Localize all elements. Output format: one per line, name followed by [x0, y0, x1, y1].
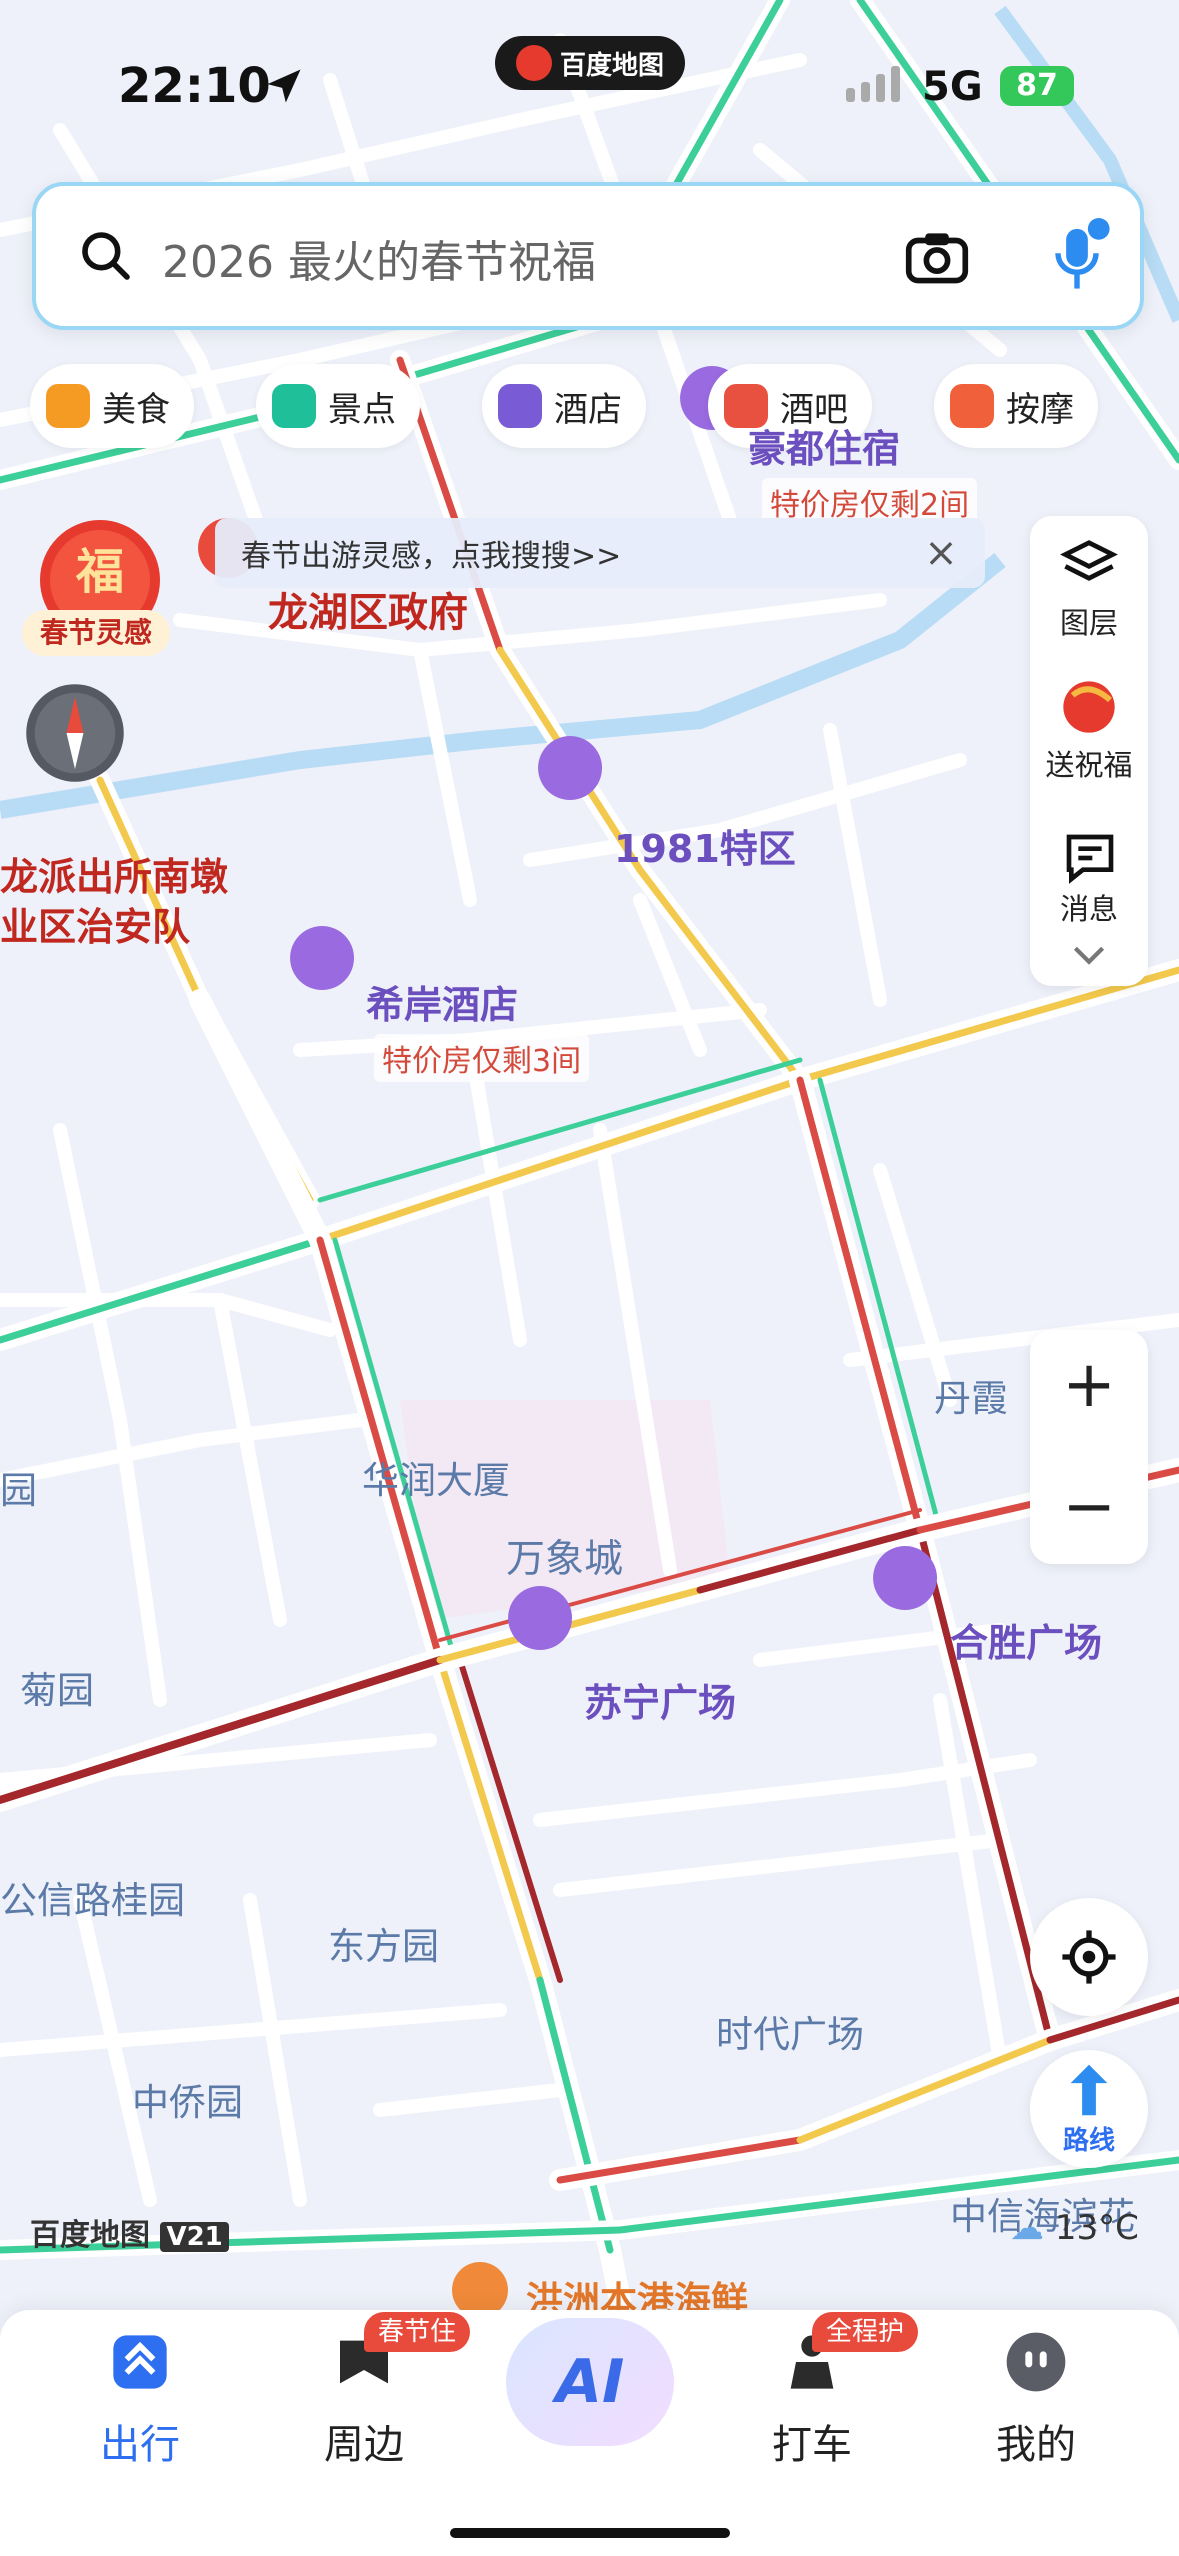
layers-icon[interactable]: [1060, 538, 1118, 590]
messages-label[interactable]: 消息: [1030, 886, 1148, 928]
fu-badge-label[interactable]: 春节灵感: [22, 610, 170, 656]
baidu-map-logo: 百度地图 V21: [30, 2210, 229, 2254]
map-version: V21: [160, 2222, 229, 2252]
route-label[interactable]: 路线: [1030, 2120, 1148, 2157]
poi-police-1[interactable]: 龙派出所南墩: [0, 846, 228, 901]
poi-huarun[interactable]: 华润大厦: [362, 1450, 510, 1504]
search-icon[interactable]: [78, 228, 134, 284]
home-indicator[interactable]: [450, 2528, 730, 2538]
location-arrow-icon: [267, 69, 301, 103]
crosshair-icon: [1062, 1930, 1116, 1984]
messages-icon[interactable]: [1062, 830, 1118, 886]
weather-indicator[interactable]: ☁ 13°C: [1010, 2208, 1139, 2248]
poi-wanxiang[interactable]: 万象城: [506, 1528, 623, 1584]
back-to-app-pill[interactable]: 百度地图: [495, 36, 685, 90]
nearby-badge: 春节住: [364, 2312, 471, 2352]
poi-1981[interactable]: 1981特区: [614, 818, 796, 873]
compass-icon[interactable]: [22, 680, 128, 786]
travel-icon: [113, 2335, 167, 2389]
close-icon[interactable]: ×: [918, 530, 964, 576]
poi-shidai[interactable]: 时代广场: [716, 2004, 864, 2058]
poi-yuan-left[interactable]: 园: [0, 1460, 37, 1514]
promo-banner[interactable]: 春节出游灵感，点我搜搜>>: [215, 518, 985, 588]
poi-police-2[interactable]: 业区治安队: [0, 896, 190, 951]
ai-assistant-button[interactable]: AI: [506, 2318, 674, 2446]
poi-xian-hotel[interactable]: 希岸酒店: [366, 974, 518, 1029]
layers-label[interactable]: 图层: [1030, 600, 1148, 642]
poi-hotel-top[interactable]: 豪都住宿: [748, 418, 900, 473]
category-food[interactable]: 美食: [30, 364, 194, 448]
fu-character: 福: [75, 544, 124, 600]
nav-travel[interactable]: 出行: [60, 2330, 220, 2470]
poi-zhongqiao[interactable]: 中侨园: [132, 2072, 243, 2126]
blessing-icon[interactable]: [1054, 676, 1124, 738]
category-massage[interactable]: 按摩: [934, 364, 1098, 448]
category-label: 美食: [102, 389, 170, 430]
food-icon: [46, 384, 90, 428]
poi-gongxin[interactable]: 公信路桂园: [0, 1870, 185, 1924]
route-arrow-icon: [1070, 2064, 1108, 2116]
cloud-icon: ☁: [1010, 2208, 1044, 2248]
zoom-in-button[interactable]: +: [1030, 1330, 1148, 1440]
signal-icon: [846, 66, 900, 102]
nav-label: 出行: [100, 2422, 180, 2468]
nav-label: 我的: [996, 2422, 1076, 2468]
massage-icon: [950, 384, 994, 428]
chevron-down-icon[interactable]: [1072, 944, 1106, 966]
app-pill-label: 百度地图: [559, 50, 664, 81]
category-label: 酒店: [554, 389, 622, 430]
banner-text: 春节出游灵感，点我搜搜>>: [241, 539, 622, 574]
poi-xian-deal: 特价房仅剩3间: [374, 1034, 590, 1082]
ai-label: AI: [555, 2347, 625, 2417]
status-time: 22:10: [118, 58, 271, 114]
scenic-icon: [272, 384, 316, 428]
poi-suning[interactable]: 苏宁广场: [584, 1672, 736, 1727]
nav-mine[interactable]: 我的: [956, 2330, 1116, 2470]
poi-gov[interactable]: 龙湖区政府: [268, 580, 468, 638]
nav-label: 周边: [324, 2422, 404, 2468]
poi-dongfang[interactable]: 东方园: [328, 1916, 439, 1970]
map-logo-text: 百度地图: [30, 2218, 150, 2253]
network-type: 5G: [922, 64, 983, 110]
microphone-icon[interactable]: [1044, 218, 1110, 294]
taxi-badge: 全程护: [812, 2312, 919, 2352]
hotel-icon: [498, 384, 542, 428]
profile-icon: [1006, 2332, 1066, 2392]
nav-label: 打车: [772, 2422, 852, 2468]
category-label: 按摩: [1006, 389, 1074, 430]
category-label: 景点: [328, 389, 396, 430]
zoom-out-button[interactable]: −: [1030, 1452, 1148, 1562]
battery-indicator: 87: [1000, 66, 1074, 106]
poi-juyuan[interactable]: 菊园: [20, 1660, 94, 1714]
category-scenic[interactable]: 景点: [256, 364, 420, 448]
category-hotel[interactable]: 酒店: [482, 364, 646, 448]
blessing-label[interactable]: 送祝福: [1030, 742, 1148, 784]
poi-danxia[interactable]: 丹霞: [934, 1368, 1008, 1422]
baidu-map-logo-icon: [515, 45, 552, 81]
camera-icon[interactable]: [904, 228, 970, 286]
poi-hesheng[interactable]: 合胜广场: [950, 1612, 1102, 1667]
search-input[interactable]: 2026 最火的春节祝福: [162, 226, 596, 290]
temperature: 13°C: [1054, 2208, 1139, 2248]
